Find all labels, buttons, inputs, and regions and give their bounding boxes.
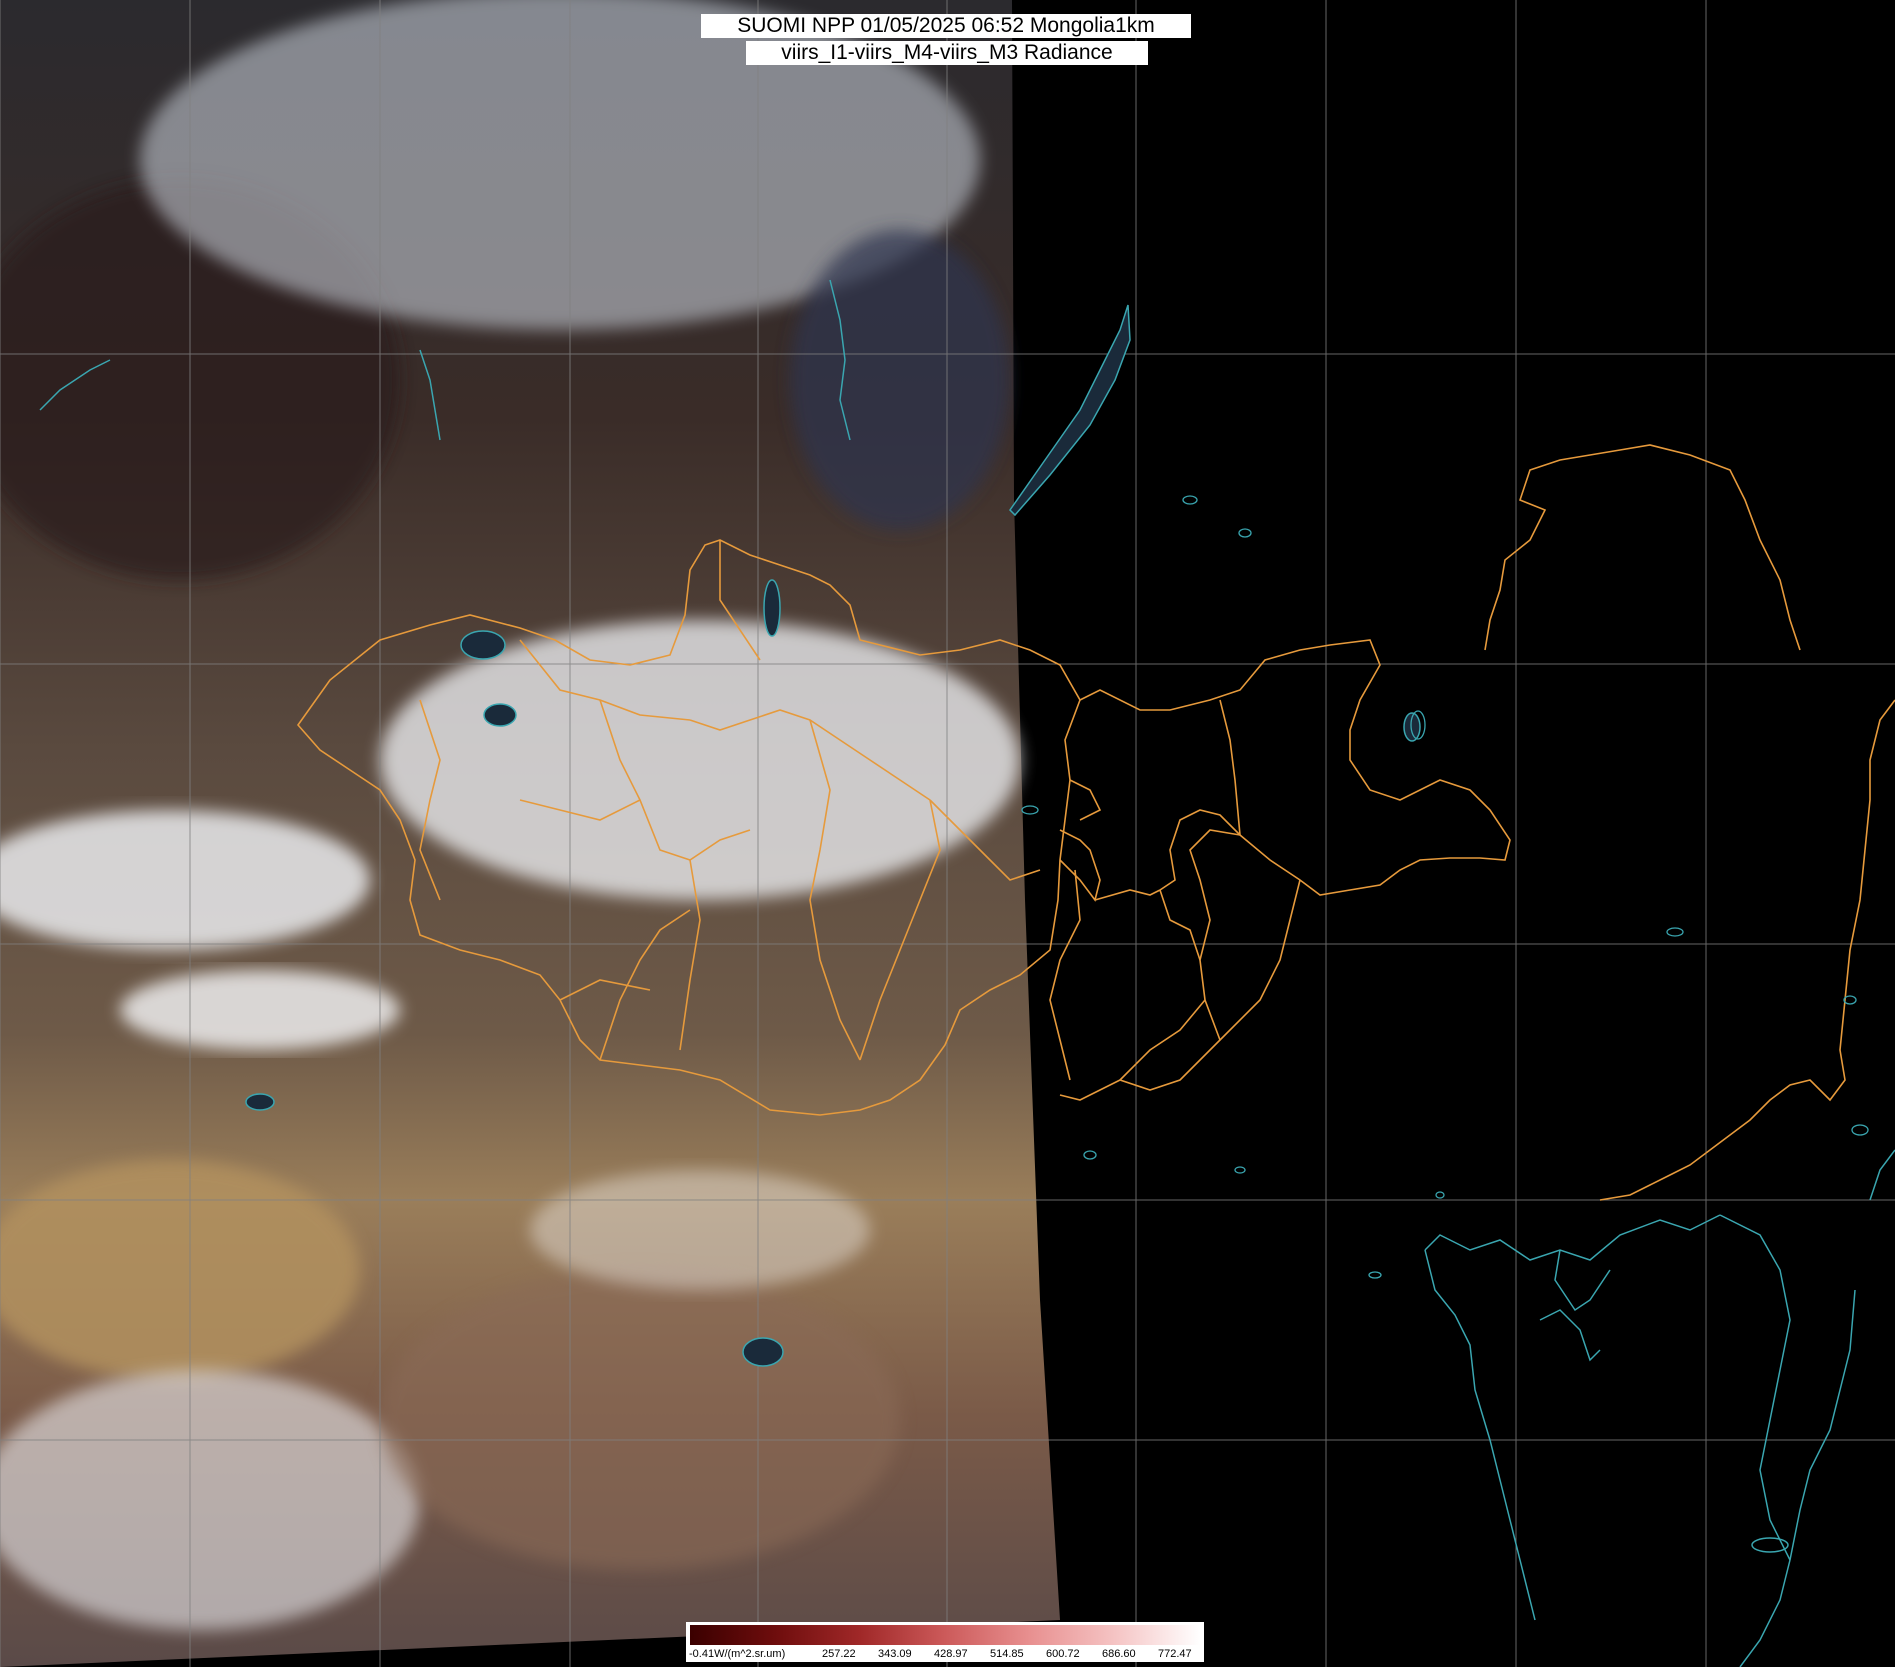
colorbar-tick-label: 772.47 — [1158, 1648, 1192, 1660]
map-title-line-1: SUOMI NPP 01/05/2025 06:52 Mongolia1km — [701, 14, 1191, 38]
colorbar-tick-label: 343.09 — [878, 1648, 912, 1660]
lake-qinghai — [742, 1337, 784, 1367]
plateau-snow — [530, 1170, 870, 1290]
southern-snow-region — [0, 1370, 420, 1630]
lake-khovsgol — [763, 579, 781, 637]
central-cloud-region — [380, 620, 1020, 900]
colorbar-tick-label: 686.60 — [1102, 1648, 1136, 1660]
map-title-line-2: viirs_I1-viirs_M4-viirs_M3 Radiance — [746, 41, 1148, 65]
colorbar-gradient — [690, 1625, 1200, 1645]
colorbar-unit-label: -0.41W/(m^2.sr.um) — [689, 1648, 786, 1660]
lake-bosten — [245, 1093, 275, 1111]
lake-uvs — [460, 630, 506, 660]
colorbar: -0.41W/(m^2.sr.um) 257.22 343.09 428.97 … — [686, 1622, 1204, 1662]
colorbar-labels: -0.41W/(m^2.sr.um) 257.22 343.09 428.97 … — [686, 1647, 1204, 1662]
western-cloud-band-2 — [120, 970, 400, 1050]
plateau-region — [380, 1270, 900, 1570]
colorbar-tick-label: 257.22 — [822, 1648, 856, 1660]
colorbar-tick-label: 428.97 — [934, 1648, 968, 1660]
satellite-map — [0, 0, 1895, 1667]
colorbar-tick-label: 600.72 — [1046, 1648, 1080, 1660]
lake-basin-region — [790, 230, 1010, 530]
colorbar-tick-label: 514.85 — [990, 1648, 1024, 1660]
lake-khyargas — [483, 703, 517, 727]
